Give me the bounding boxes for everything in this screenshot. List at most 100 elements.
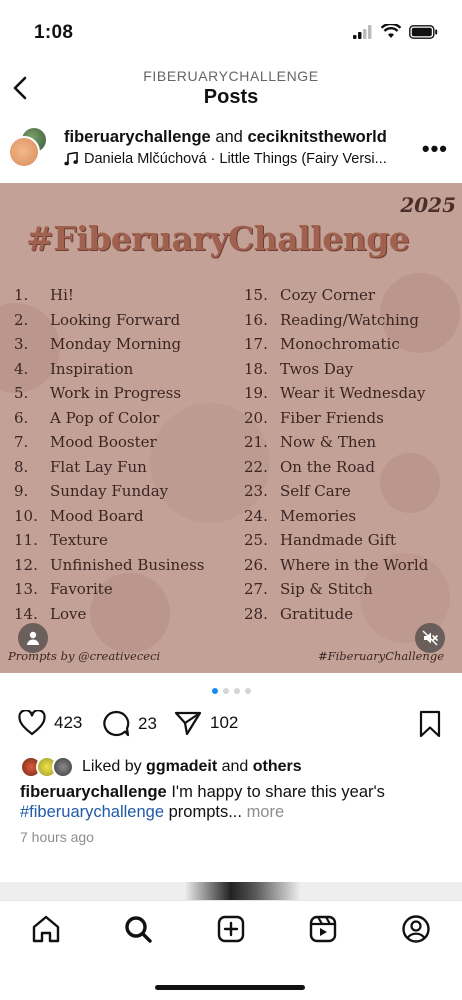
post-actions: 423 23 102 — [0, 708, 462, 742]
prompt-list-left: 1. Hi! 2. Looking Forward 3. Monday Morning 4.… — [14, 286, 204, 629]
nav-subtitle: FIBERUARYCHALLENGE — [143, 68, 319, 84]
prompt-text: Hi! — [50, 286, 74, 304]
share-count: 102 — [210, 713, 239, 732]
prompt-text: Looking Forward — [50, 310, 181, 329]
prompt-item: 7. Mood Booster — [14, 433, 204, 458]
prompt-text: Monday Morning — [50, 335, 182, 353]
caption-hashtag[interactable]: #fiberuarychallenge — [20, 803, 164, 821]
prompt-number: 17. — [244, 335, 268, 353]
prompt-number: 24. — [244, 506, 268, 525]
prompt-item: 20. Fiber Friends — [244, 409, 428, 434]
prompt-number: 21. — [244, 433, 268, 451]
tab-create[interactable] — [215, 913, 247, 945]
prompt-item: 13. Favorite — [14, 580, 204, 605]
nav-bar: FIBERUARYCHALLENGE Posts — [0, 60, 462, 116]
share-button[interactable]: 102 — [174, 710, 238, 736]
prompt-number: 18. — [244, 359, 268, 378]
prompt-item: 15. Cozy Corner — [244, 286, 428, 311]
prompt-text: Now & Then — [280, 433, 377, 451]
prompt-text: On the Road — [280, 457, 375, 476]
prompt-number: 5. — [14, 384, 29, 402]
liked-by[interactable]: Liked by ggmadeit and others — [20, 756, 302, 778]
prompt-text: Favorite — [50, 580, 113, 598]
mute-button[interactable] — [415, 623, 445, 653]
home-indicator — [155, 985, 305, 990]
prompt-item: 18. Twos Day — [244, 360, 428, 385]
author-avatar[interactable] — [8, 136, 40, 168]
prompt-item: 4. Inspiration — [14, 360, 204, 385]
create-icon — [217, 915, 245, 943]
caption-text: I'm happy to share this year's — [171, 783, 385, 801]
send-icon — [174, 711, 202, 736]
status-time: 1:08 — [34, 22, 74, 43]
prompt-item: 25. Handmade Gift — [244, 531, 428, 556]
profile-icon — [402, 915, 430, 943]
author-avatars[interactable] — [8, 126, 50, 168]
like-button[interactable]: 423 — [18, 710, 82, 736]
prompt-number: 9. — [14, 482, 29, 500]
liked-by-user[interactable]: ggmadeit — [146, 758, 217, 776]
authors-connector: and — [215, 128, 243, 146]
caption-username[interactable]: fiberuarychallenge — [20, 783, 167, 801]
liked-by-avatars — [20, 756, 76, 778]
post-header: fiberuarychallenge and ceciknitstheworld… — [0, 120, 462, 180]
tab-home[interactable] — [30, 913, 62, 945]
tagged-users-button[interactable] — [18, 623, 48, 653]
tab-profile[interactable] — [400, 913, 432, 945]
comment-button[interactable]: 23 — [102, 710, 157, 737]
tab-search[interactable] — [122, 913, 154, 945]
prompt-item: 19. Wear it Wednesday — [244, 384, 428, 409]
prompt-text: Cozy Corner — [280, 286, 376, 304]
prompt-number: 10. — [14, 506, 38, 525]
prompt-text: Flat Lay Fun — [50, 457, 147, 476]
user-icon — [27, 631, 39, 645]
prompt-item: 1. Hi! — [14, 286, 204, 311]
caption-more-link[interactable]: more — [247, 803, 285, 821]
comment-count: 23 — [138, 713, 157, 733]
more-options-icon[interactable]: ••• — [422, 136, 448, 162]
prompt-text: Self Care — [280, 482, 351, 500]
prompt-text: Work in Progress — [50, 384, 182, 402]
prompt-number: 23. — [244, 482, 268, 500]
like-count: 423 — [54, 713, 83, 732]
page-title: Posts — [203, 86, 259, 108]
liked-by-others[interactable]: others — [253, 758, 302, 776]
tab-bar — [0, 900, 462, 1000]
post-timestamp: 7 hours ago — [20, 829, 94, 845]
prompt-item: 21. Now & Then — [244, 433, 428, 458]
prompt-number: 2. — [14, 310, 29, 329]
audio-track[interactable]: Daniela Mlčúchová · Little Things (Fairy… — [64, 151, 416, 167]
prompt-number: 12. — [14, 555, 38, 574]
liked-by-connector: and — [221, 758, 249, 775]
prompt-item: 3. Monday Morning — [14, 335, 204, 360]
prompt-number: 4. — [14, 359, 29, 378]
prompt-number: 26. — [244, 555, 268, 574]
liker-avatar — [52, 756, 74, 778]
save-button[interactable] — [418, 710, 442, 743]
prompt-text: A Pop of Color — [50, 408, 160, 427]
prompt-number: 25. — [244, 531, 268, 549]
caption-text-end: prompts... — [168, 803, 242, 821]
prompt-number: 7. — [14, 433, 29, 451]
wifi-icon — [381, 24, 401, 38]
prompt-text: Mood Booster — [50, 433, 157, 451]
coauthor-username[interactable]: ceciknitstheworld — [247, 128, 386, 146]
tab-reels[interactable] — [307, 913, 339, 945]
prompt-list-right: 15. Cozy Corner 16. Reading/Watching 17. Mono… — [244, 286, 428, 629]
prompt-text: Memories — [280, 506, 357, 525]
prompt-text: Texture — [50, 531, 108, 549]
comment-icon — [103, 710, 130, 737]
next-post-preview[interactable] — [0, 882, 462, 902]
prompt-number: 11. — [14, 531, 38, 549]
signal-icon — [353, 24, 372, 39]
prompt-text: Monochromatic — [280, 335, 400, 353]
post-authors: fiberuarychallenge and ceciknitstheworld — [64, 128, 387, 147]
post-image[interactable]: 2025 #FiberuaryChallenge 1. Hi! 2. Looking … — [0, 183, 462, 673]
bookmark-icon — [419, 710, 441, 738]
prompt-text: Fiber Friends — [280, 408, 384, 427]
carousel-dot — [244, 688, 251, 694]
prompt-text: Inspiration — [50, 359, 134, 378]
prompt-item: 16. Reading/Watching — [244, 311, 428, 336]
audio-track-label: Daniela Mlčúchová · Little Things (Fairy… — [84, 151, 387, 167]
author-username[interactable]: fiberuarychallenge — [64, 128, 211, 146]
